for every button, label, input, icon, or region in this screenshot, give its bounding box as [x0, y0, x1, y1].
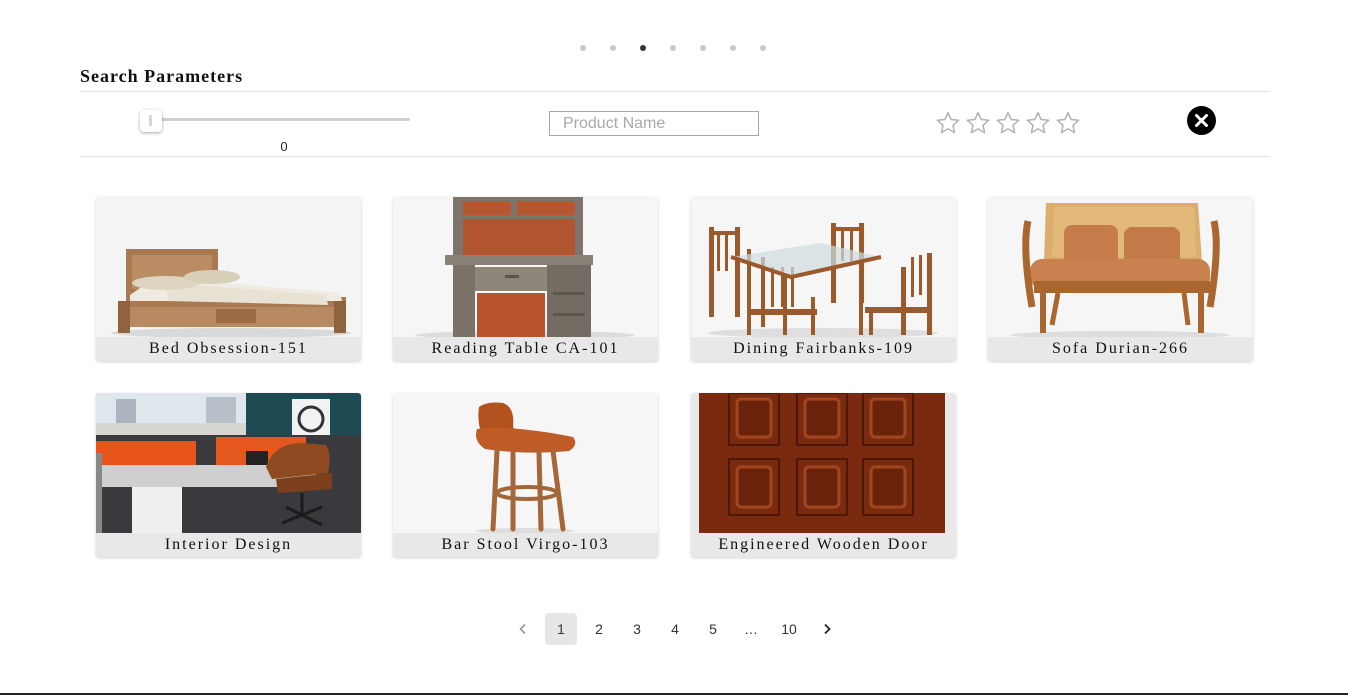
- next-page-button[interactable]: [811, 613, 843, 645]
- page-button[interactable]: 3: [621, 613, 653, 645]
- wooden-door-image: [691, 393, 956, 533]
- slider-track: [140, 118, 410, 121]
- star-icon[interactable]: [1025, 110, 1051, 136]
- carousel-dot-active[interactable]: [640, 45, 646, 51]
- clear-filters-button[interactable]: [1187, 106, 1216, 135]
- star-icon[interactable]: [935, 110, 961, 136]
- product-name-input[interactable]: [549, 111, 759, 136]
- product-card[interactable]: Engineered Wooden Door: [691, 393, 956, 557]
- slider-thumb[interactable]: [140, 110, 162, 132]
- carousel-dot[interactable]: [760, 45, 766, 51]
- dining-set-image: [691, 197, 956, 337]
- pagination-ellipsis: …: [744, 621, 758, 637]
- product-name: Bed Obsession-151: [96, 337, 361, 361]
- close-icon: [1195, 114, 1208, 127]
- product-card[interactable]: Interior Design: [96, 393, 361, 557]
- product-name: Reading Table CA-101: [393, 337, 658, 361]
- page-button[interactable]: 2: [583, 613, 615, 645]
- star-icon[interactable]: [965, 110, 991, 136]
- chevron-right-icon: [824, 623, 831, 635]
- search-parameters-title: Search Parameters: [80, 66, 244, 86]
- page-button[interactable]: 5: [697, 613, 729, 645]
- carousel-dot[interactable]: [700, 45, 706, 51]
- price-slider[interactable]: [140, 110, 410, 132]
- product-card[interactable]: Reading Table CA-101: [393, 197, 658, 361]
- sofa-image: [988, 197, 1253, 337]
- slider-value: 0: [280, 139, 288, 154]
- product-name: Dining Fairbanks-109: [691, 337, 956, 361]
- page-button[interactable]: 10: [773, 613, 805, 645]
- product-card[interactable]: Dining Fairbanks-109: [691, 197, 956, 361]
- carousel-indicators: [580, 45, 766, 51]
- reading-table-image: [393, 197, 658, 337]
- page-button[interactable]: 4: [659, 613, 691, 645]
- bar-stool-image: [393, 393, 658, 533]
- office-interior-image: [96, 393, 361, 533]
- star-icon[interactable]: [1055, 110, 1081, 136]
- carousel-dot[interactable]: [610, 45, 616, 51]
- rating-filter: [935, 110, 1081, 136]
- product-name: Bar Stool Virgo-103: [393, 533, 658, 557]
- product-card[interactable]: Bed Obsession-151: [96, 197, 361, 361]
- pagination: 1 2 3 4 5 … 10: [507, 613, 849, 645]
- product-card[interactable]: Bar Stool Virgo-103: [393, 393, 658, 557]
- product-name: Engineered Wooden Door: [691, 533, 956, 557]
- chevron-left-icon: [519, 623, 526, 635]
- carousel-dot[interactable]: [730, 45, 736, 51]
- star-icon[interactable]: [995, 110, 1021, 136]
- previous-page-button[interactable]: [507, 613, 539, 645]
- product-name: Interior Design: [96, 533, 361, 557]
- carousel-dot[interactable]: [580, 45, 586, 51]
- divider: [80, 156, 1269, 157]
- carousel-dot[interactable]: [670, 45, 676, 51]
- page-button-active[interactable]: 1: [545, 613, 577, 645]
- divider: [80, 91, 1269, 92]
- product-card[interactable]: Sofa Durian-266: [988, 197, 1253, 361]
- bed-image: [96, 197, 361, 337]
- product-name: Sofa Durian-266: [988, 337, 1253, 361]
